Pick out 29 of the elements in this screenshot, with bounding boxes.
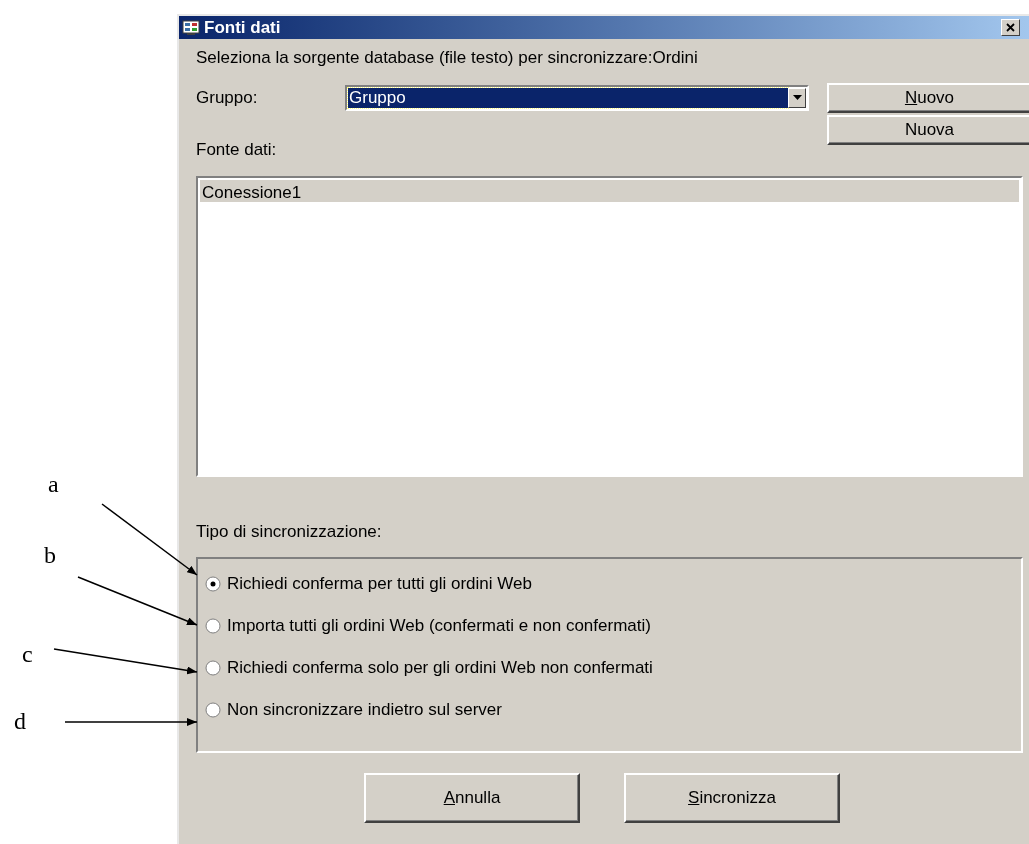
radio-button[interactable]: [205, 575, 221, 592]
prompt-text: Seleziona la sorgente database (file testo) per sincronizzare:Ordini: [196, 47, 699, 69]
action-button[interactable]: Annulla: [364, 772, 580, 823]
dropdown-value: Gruppo: [348, 87, 788, 108]
close-icon: [1006, 23, 1015, 32]
annotation-letter: b: [44, 541, 56, 569]
dropdown-arrow-button[interactable]: [788, 87, 806, 108]
annotation-letter: c: [22, 640, 33, 668]
radio-button[interactable]: [205, 701, 221, 718]
window-title: Fonti dati: [204, 16, 281, 39]
sync-radio-option[interactable]: Non sincronizzare indietro sul server: [205, 698, 502, 721]
sync-radio-option[interactable]: Richiedi conferma per tutti gli ordini Web: [205, 572, 532, 595]
action-button[interactable]: Sincronizza: [624, 772, 840, 823]
source-label: Fonte dati:: [196, 138, 278, 161]
group-label: Gruppo:: [196, 86, 259, 109]
group-dropdown[interactable]: Gruppo: [345, 84, 809, 111]
annotation-letter: d: [14, 707, 26, 735]
annotation-letter: a: [48, 470, 59, 498]
sync-radio-option[interactable]: Importa tutti gli ordini Web (confermati e non confermati): [205, 614, 651, 637]
caret-icon: [792, 95, 802, 100]
sync-label: Tipo di sincronizzazione:: [196, 521, 383, 543]
radio-button[interactable]: [205, 617, 221, 634]
sync-radio-option[interactable]: Richiedi conferma solo per gli ordini Web non confermati: [205, 656, 653, 679]
database-window-icon: [182, 19, 200, 36]
close-button[interactable]: [1001, 19, 1020, 36]
list-item[interactable]: Conessione1: [200, 180, 1019, 202]
radio-button[interactable]: [205, 659, 221, 676]
new-button[interactable]: Nuova: [827, 114, 1029, 145]
new-button[interactable]: Nuovo: [827, 82, 1029, 113]
